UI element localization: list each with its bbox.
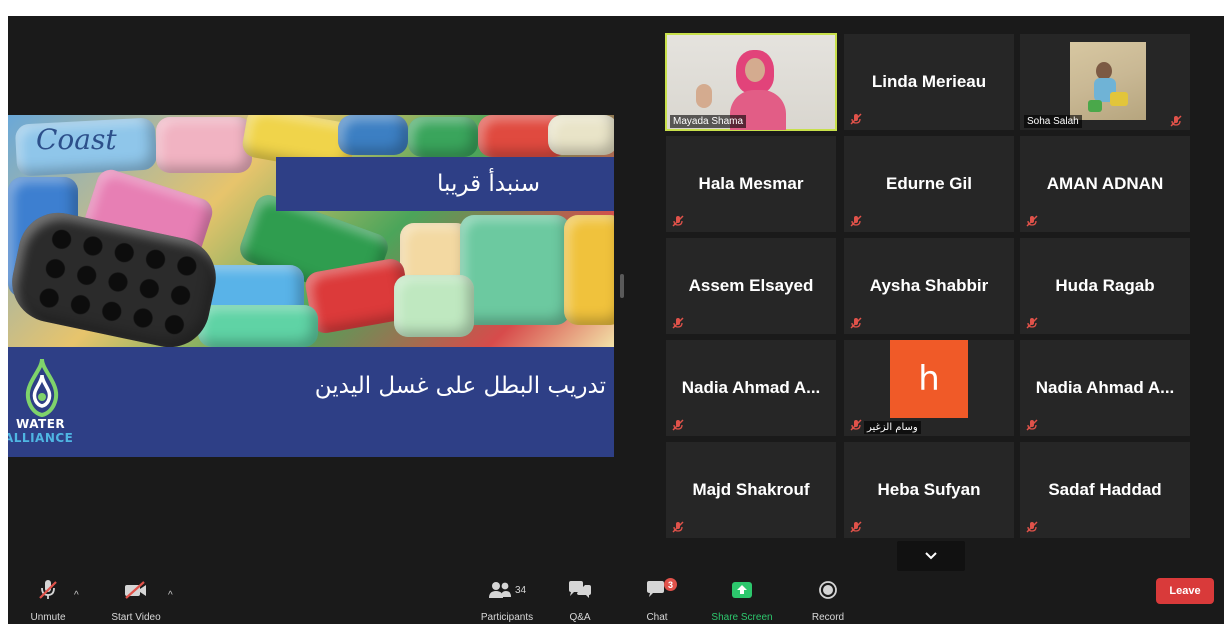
participant-name: Sadaf Haddad [1048,480,1162,499]
soap-image: Coast [8,115,614,347]
gallery-next-page-button[interactable] [897,541,965,571]
participant-tile[interactable]: Huda Ragab [1020,238,1190,334]
avatar: h [890,340,968,418]
soap-bar [408,117,478,157]
qa-label: Q&A [569,612,591,623]
start-video-button[interactable]: Start Video [100,576,172,624]
muted-mic-icon [850,112,862,125]
chevron-down-icon [925,552,937,560]
muted-mic-icon [672,316,684,329]
participant-name: AMAN ADNAN [1046,174,1164,193]
participant-name: Hala Mesmar [698,174,804,193]
muted-mic-icon [1026,520,1038,533]
participants-label: Participants [480,612,534,623]
muted-mic-icon [1026,214,1038,227]
qa-icon [569,581,591,598]
slide-subtitle: تدريب البطل على غسل اليدين [314,373,606,399]
soap-bar [564,215,614,325]
chat-button[interactable]: 3 Chat [638,576,677,624]
soap-bar [156,117,252,173]
participant-tile[interactable]: Assem Elsayed [666,238,836,334]
video-options-caret-icon[interactable]: ^ [168,590,173,601]
qa-button[interactable]: Q&A [562,576,598,624]
participant-tile[interactable]: Mayada Shama [665,33,837,131]
muted-mic-icon [1026,316,1038,329]
meeting-toolbar: Unmute ^ Start Video ^ 34 Participants Q… [8,576,1224,624]
logo-text-alliance: ALLIANCE [8,431,74,445]
unmute-label: Unmute [30,612,66,623]
muted-mic-icon [672,418,684,431]
participant-name: Assem Elsayed [688,276,814,295]
unmute-button[interactable]: Unmute [18,576,78,624]
participant-tile[interactable]: Majd Shakrouf [666,442,836,538]
leave-meeting-button[interactable]: Leave [1156,578,1214,604]
split-view-resize-handle[interactable] [620,274,624,298]
muted-mic-icon [850,214,862,227]
participant-name: Nadia Ahmad A... [681,378,821,397]
participant-name: Aysha Shabbir [869,276,989,295]
participant-tile[interactable]: Hala Mesmar [666,136,836,232]
microphone-muted-icon [39,580,57,599]
participant-tile[interactable]: Aysha Shabbir [844,238,1014,334]
slide-title: سنبدأ قريبا [276,157,614,211]
soap-bar [548,115,614,155]
participant-tile[interactable]: Linda Merieau [844,34,1014,130]
participants-icon [488,582,511,598]
share-screen-button[interactable]: Share Screen [704,576,780,624]
record-button[interactable]: Record [806,576,850,624]
soap-bar [338,115,408,155]
chat-label: Chat [646,612,668,623]
participant-tile[interactable]: Heba Sufyan [844,442,1014,538]
participants-button[interactable]: 34 Participants [474,576,540,624]
participant-tile[interactable]: Soha Salah [1020,34,1190,130]
muted-mic-icon [672,214,684,227]
participant-name: Soha Salah [1024,115,1082,128]
soap-brand-text: Coast [36,123,117,156]
participant-name: Nadia Ahmad A... [1035,378,1175,397]
logo-text-water: WATER [16,417,66,431]
video-camera-off-icon [125,581,146,599]
participant-name: Heba Sufyan [877,480,981,499]
muted-mic-icon [1026,418,1038,431]
participant-tile[interactable]: Sadaf Haddad [1020,442,1190,538]
muted-mic-icon [672,520,684,533]
profile-photo [1070,42,1146,120]
share-screen-icon [732,582,752,598]
slide-footer: WATER ALLIANCE تدريب البطل على غسل اليدي… [8,347,614,457]
muted-mic-icon [1170,114,1182,127]
muted-mic-icon [850,520,862,533]
participant-tile[interactable]: Nadia Ahmad A... [666,340,836,436]
record-icon [819,581,837,599]
audio-options-caret-icon[interactable]: ^ [74,590,79,601]
participant-tile[interactable]: h وسام الزغير [844,340,1014,436]
soap-bar [198,305,318,347]
participant-tile[interactable]: Edurne Gil [844,136,1014,232]
participants-count: 34 [514,584,527,596]
start-video-label: Start Video [111,612,161,623]
participant-tile[interactable]: Nadia Ahmad A... [1020,340,1190,436]
participant-name: Majd Shakrouf [692,480,810,499]
participant-name: Mayada Shama [670,115,747,128]
muted-mic-icon [850,316,862,329]
participant-name: Huda Ragab [1055,276,1155,295]
record-label: Record [811,612,845,623]
muted-mic-icon [850,418,862,431]
share-screen-label: Share Screen [711,612,773,623]
participant-name: Edurne Gil [886,174,972,193]
participant-name: Linda Merieau [871,72,987,91]
shared-slide: Coast سنبدأ قريبا WATER ALLIANCE تدريب ا… [8,115,614,457]
zoom-meeting-window: Coast سنبدأ قريبا WATER ALLIANCE تدريب ا… [8,16,1224,624]
soap-bar [460,215,570,325]
soap-bar [394,275,474,337]
participant-tile[interactable]: AMAN ADNAN [1020,136,1190,232]
chat-unread-badge: 3 [664,578,677,591]
participant-name: وسام الزغير [864,421,921,434]
